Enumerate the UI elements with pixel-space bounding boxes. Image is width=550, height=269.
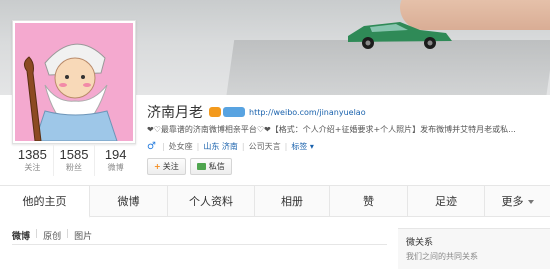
stat-following[interactable]: 1385 关注 xyxy=(12,145,54,176)
profile-tabs: 他的主页 微博 个人资料 相册 赞 足迹 更多 xyxy=(0,185,550,218)
profile-intro: ❤♡最靠谱的济南微博相亲平台♡❤【格式：个人介绍+征婚要求+个人照片】发布微博并… xyxy=(147,125,516,134)
tab-weibo[interactable]: 微博 xyxy=(90,186,168,217)
feed-subnav: 微博 | 原创 | 图片 xyxy=(12,229,97,242)
subnav-original[interactable]: 原创 xyxy=(43,229,61,242)
vip-badge-icon[interactable] xyxy=(209,107,221,117)
message-button-label: 私信 xyxy=(208,162,225,171)
stats-bar: 1385 关注 1585 粉丝 194 微博 xyxy=(12,144,136,176)
message-icon xyxy=(196,163,206,170)
subnav-pictures[interactable]: 图片 xyxy=(74,229,92,242)
tab-track[interactable]: 足迹 xyxy=(408,186,485,217)
meta-company: 公司天言 xyxy=(248,142,281,151)
stat-posts-count: 194 xyxy=(104,147,127,162)
stat-posts-label: 微博 xyxy=(107,163,124,172)
stat-followers-label: 粉丝 xyxy=(66,163,82,172)
relationship-subtitle[interactable]: 我们之间的共同关系 xyxy=(406,251,542,262)
profile-url-link[interactable]: http://weibo.com/jinanyuelao xyxy=(249,108,366,117)
tab-profile[interactable]: 个人资料 xyxy=(168,186,255,217)
profile-name-row: 济南月老 http://weibo.com/jinanyuelao xyxy=(147,102,366,122)
stat-posts[interactable]: 194 微博 xyxy=(95,145,136,176)
tab-more[interactable]: 更多 xyxy=(485,186,550,217)
subnav-separator: | xyxy=(35,229,39,239)
profile-actions: + 关注 私信 xyxy=(147,158,236,175)
message-button[interactable]: 私信 xyxy=(189,158,232,175)
stat-following-label: 关注 xyxy=(24,163,41,172)
stat-followers[interactable]: 1585 粉丝 xyxy=(54,145,96,176)
meta-separator: | xyxy=(284,142,288,151)
meta-category: 处女座 xyxy=(168,142,193,151)
tab-home[interactable]: 他的主页 xyxy=(0,186,90,218)
meta-separator: | xyxy=(241,142,245,151)
relationship-panel: 微关系 我们之间的共同关系 xyxy=(398,228,550,269)
follow-button[interactable]: + 关注 xyxy=(147,158,186,175)
meta-tags-link[interactable]: 标签 ▾ xyxy=(291,141,314,152)
follow-button-label: 关注 xyxy=(162,162,179,171)
tab-album[interactable]: 相册 xyxy=(255,186,330,217)
chevron-down-icon xyxy=(527,200,534,204)
meta-separator: | xyxy=(196,142,200,151)
subnav-separator: | xyxy=(66,229,70,239)
old-man-avatar-illustration xyxy=(15,23,133,141)
meta-separator: | xyxy=(161,142,165,151)
subnav-weibo[interactable]: 微博 xyxy=(12,229,30,242)
meta-location-link[interactable]: 山东 济南 xyxy=(203,141,238,152)
avatar[interactable] xyxy=(15,23,133,141)
stat-following-count: 1385 xyxy=(17,147,47,162)
stat-followers-count: 1585 xyxy=(59,147,89,162)
tab-like[interactable]: 赞 xyxy=(330,186,408,217)
verified-badge-icon[interactable] xyxy=(223,107,245,117)
tab-more-label: 更多 xyxy=(501,195,524,208)
relationship-title: 微关系 xyxy=(406,238,434,248)
profile-meta: ♂ | 处女座 | 山东 济南 | 公司天言 | 标签 ▾ xyxy=(147,141,318,152)
profile-name: 济南月老 xyxy=(147,105,203,121)
male-gender-icon: ♂ xyxy=(147,141,156,152)
avatar-frame[interactable] xyxy=(12,20,136,144)
toy-car-image xyxy=(348,22,452,49)
feed-divider xyxy=(12,244,387,245)
plus-icon: + xyxy=(154,162,161,171)
